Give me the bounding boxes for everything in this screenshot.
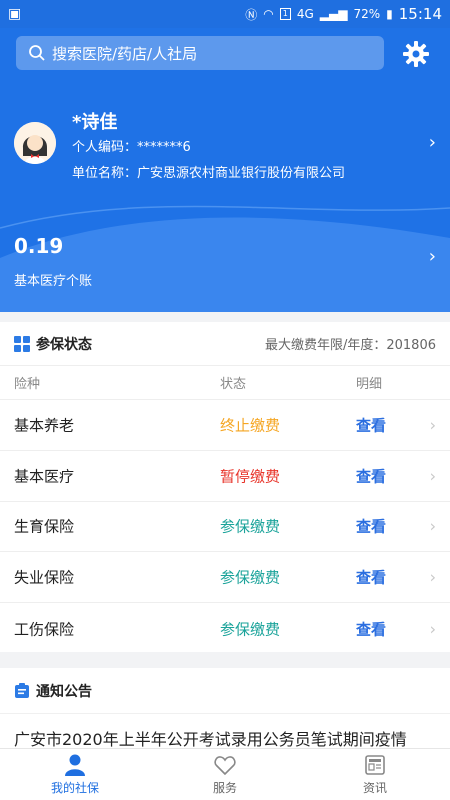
- insurance-type: 生育保险: [14, 517, 75, 536]
- search-placeholder: 搜索医院/药店/人社局: [52, 44, 198, 63]
- person-icon: [65, 754, 85, 776]
- col-header-type: 险种: [14, 377, 41, 392]
- sim-badge: 1: [279, 8, 291, 20]
- notice-title: 通知公告: [36, 683, 92, 700]
- notice-card: 通知公告 广安市2020年上半年公开考试录用公务员笔试期间疫情: [0, 668, 450, 752]
- hero-panel: 搜索医院/药店/人社局 *诗佳 个人编码：*******6 单位名称：广安思源农…: [0, 28, 450, 312]
- status-bar: ▣ Ⓝ ◠ 1 4G ▂▄▆ 72% ▮ 15:14: [0, 0, 450, 28]
- avatar: [14, 122, 56, 164]
- insurance-type: 基本养老: [14, 416, 75, 435]
- view-link[interactable]: 查看: [356, 618, 386, 639]
- max-year-value: 201806: [386, 338, 436, 353]
- clock: 15:14: [398, 5, 442, 23]
- chevron-right-icon: ›: [429, 516, 436, 536]
- tab-label: 服务: [212, 781, 237, 795]
- insurance-status-card: 参保状态 最大缴费年限/年度：201806 险种 状态 明细 基本养老 终止缴费…: [0, 322, 450, 652]
- notice-item[interactable]: 广安市2020年上半年公开考试录用公务员笔试期间疫情: [14, 726, 440, 750]
- bottom-tab-bar: 我的社保 服务 资讯: [0, 748, 450, 800]
- tab-label: 我的社保: [50, 781, 99, 795]
- insurance-title: 参保状态: [36, 336, 92, 353]
- table-row[interactable]: 失业保险 参保缴费 查看 ›: [0, 552, 450, 604]
- tab-news[interactable]: 资讯: [300, 749, 450, 800]
- employer-label: 单位名称：: [72, 166, 138, 181]
- employer-value: 广安思源农村商业银行股份有限公司: [137, 166, 346, 181]
- insurance-type: 基本医疗: [14, 467, 75, 486]
- account-balance[interactable]: 0.19: [14, 234, 63, 258]
- announcement-icon: [15, 682, 29, 698]
- table-row[interactable]: 生育保险 参保缴费 查看 ›: [0, 502, 450, 553]
- chevron-right-icon: ›: [429, 567, 436, 587]
- battery-icon: ▮: [386, 7, 393, 21]
- insurance-type: 工伤保险: [14, 620, 75, 639]
- signal-icon: ▂▄▆: [319, 7, 348, 21]
- search-icon: [29, 45, 45, 61]
- table-row[interactable]: 工伤保险 参保缴费 查看 ›: [0, 603, 450, 654]
- tab-services[interactable]: 服务: [150, 749, 300, 800]
- personal-id-label: 个人编码：: [72, 140, 138, 155]
- status-icons: Ⓝ ◠ 1 4G ▂▄▆ 72% ▮ 15:14: [245, 5, 442, 23]
- insurance-status: 参保缴费: [220, 517, 281, 536]
- chevron-right-icon: ›: [429, 415, 436, 435]
- table-row[interactable]: 基本养老 终止缴费 查看 ›: [0, 400, 450, 451]
- insurance-header: 参保状态 最大缴费年限/年度：201806: [0, 322, 450, 366]
- user-name: *诗佳: [72, 112, 118, 133]
- chevron-right-icon: ›: [429, 619, 436, 639]
- employer-line: 单位名称：广安思源农村商业银行股份有限公司: [72, 162, 345, 181]
- personal-id-line: 个人编码：*******6: [72, 136, 191, 155]
- heart-icon: [214, 756, 236, 776]
- insurance-status: 参保缴费: [220, 568, 281, 587]
- chevron-right-icon[interactable]: ›: [429, 246, 436, 267]
- tab-label: 资讯: [362, 781, 387, 795]
- search-bar[interactable]: 搜索医院/药店/人社局: [16, 36, 384, 70]
- col-header-status: 状态: [220, 377, 247, 392]
- settings-gear-icon[interactable]: [402, 40, 430, 68]
- max-payment-year: 最大缴费年限/年度：201806: [265, 334, 436, 353]
- battery-percent: 72%: [353, 7, 381, 21]
- grid-icon: [14, 335, 30, 352]
- insurance-status: 终止缴费: [220, 416, 281, 435]
- chevron-right-icon: ›: [429, 466, 436, 486]
- notice-header: 通知公告: [0, 668, 450, 714]
- tab-my-social-security[interactable]: 我的社保: [0, 749, 150, 800]
- news-icon: [365, 755, 385, 775]
- network-label: 4G: [296, 7, 314, 21]
- avatar-illustration-icon: [14, 122, 56, 164]
- personal-id-value: *******6: [137, 140, 191, 155]
- chevron-right-icon: ›: [428, 132, 436, 153]
- view-link[interactable]: 查看: [356, 414, 386, 435]
- view-link[interactable]: 查看: [356, 465, 386, 486]
- wifi-icon: ◠: [263, 7, 274, 21]
- profile-card[interactable]: *诗佳 个人编码：*******6 单位名称：广安思源农村商业银行股份有限公司 …: [0, 106, 450, 196]
- max-year-label: 最大缴费年限/年度：: [264, 338, 387, 353]
- account-label: 基本医疗个账: [14, 274, 93, 289]
- insurance-status: 参保缴费: [220, 620, 281, 639]
- table-row[interactable]: 基本医疗 暂停缴费 查看 ›: [0, 451, 450, 502]
- insurance-status: 暂停缴费: [220, 467, 281, 486]
- wave-decoration: [0, 205, 450, 312]
- image-notification-icon: ▣: [8, 6, 22, 22]
- insurance-type: 失业保险: [14, 568, 75, 587]
- table-header: 险种 状态 明细: [0, 366, 450, 400]
- nfc-icon: Ⓝ: [245, 7, 258, 22]
- view-link[interactable]: 查看: [356, 516, 386, 537]
- view-link[interactable]: 查看: [356, 567, 386, 588]
- col-header-detail: 明细: [356, 377, 383, 392]
